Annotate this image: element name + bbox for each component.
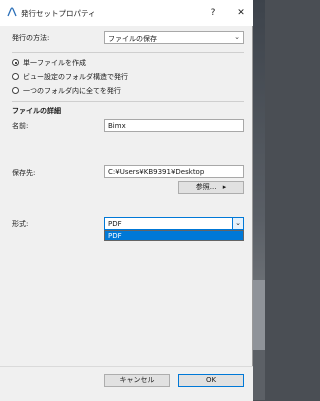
save-to-label: 保存先:: [12, 169, 36, 177]
name-label: 名前:: [12, 122, 29, 130]
browse-button[interactable]: 参照... ▸: [178, 181, 244, 194]
format-value: PDF: [108, 220, 122, 228]
publish-method-label: 発行の方法:: [12, 34, 50, 42]
cancel-button[interactable]: キャンセル: [104, 374, 170, 387]
background-window-strip: [251, 280, 265, 350]
format-dropdown-list[interactable]: PDF: [104, 230, 244, 241]
radio-label: 単一ファイルを作成: [23, 59, 86, 67]
title-bar[interactable]: 発行セットプロパティ ? ✕: [0, 0, 253, 26]
browse-label: 参照...: [195, 183, 217, 191]
format-select[interactable]: PDF ⌄: [104, 217, 244, 230]
radio-button-selected[interactable]: [12, 59, 19, 66]
radio-button[interactable]: [12, 73, 19, 80]
format-option-pdf[interactable]: PDF: [108, 232, 122, 240]
radio-button[interactable]: [12, 87, 19, 94]
divider: [12, 52, 244, 53]
save-to-input[interactable]: C:¥Users¥KB9391¥Desktop: [104, 165, 244, 178]
help-button[interactable]: ?: [204, 5, 222, 21]
chevron-right-icon: ▸: [222, 183, 227, 191]
ok-button[interactable]: OK: [178, 374, 244, 387]
radio-label: 一つのフォルダ内に全てを発行: [23, 87, 121, 95]
dialog-title: 発行セットプロパティ: [21, 9, 96, 18]
publish-set-properties-dialog: 発行セットプロパティ ? ✕ 発行の方法: ファイルの保存 ⌄ 単一ファイルを作…: [0, 0, 253, 401]
file-details-heading: ファイルの詳細: [12, 107, 61, 115]
app-icon: [7, 7, 17, 17]
radio-label: ビュー設定のフォルダ構造で発行: [23, 73, 128, 81]
name-value: Bimx: [108, 122, 126, 130]
close-button[interactable]: ✕: [232, 5, 250, 21]
chevron-down-icon[interactable]: ⌄: [232, 218, 243, 229]
save-to-value: C:¥Users¥KB9391¥Desktop: [108, 168, 205, 176]
format-label: 形式:: [12, 220, 29, 228]
divider: [12, 101, 244, 102]
publish-method-select[interactable]: ファイルの保存 ⌄: [104, 31, 244, 44]
publish-method-value: ファイルの保存: [108, 35, 157, 43]
chevron-down-icon: ⌄: [234, 33, 240, 41]
name-input[interactable]: Bimx: [104, 119, 244, 132]
background-window-strip: [251, 350, 265, 400]
